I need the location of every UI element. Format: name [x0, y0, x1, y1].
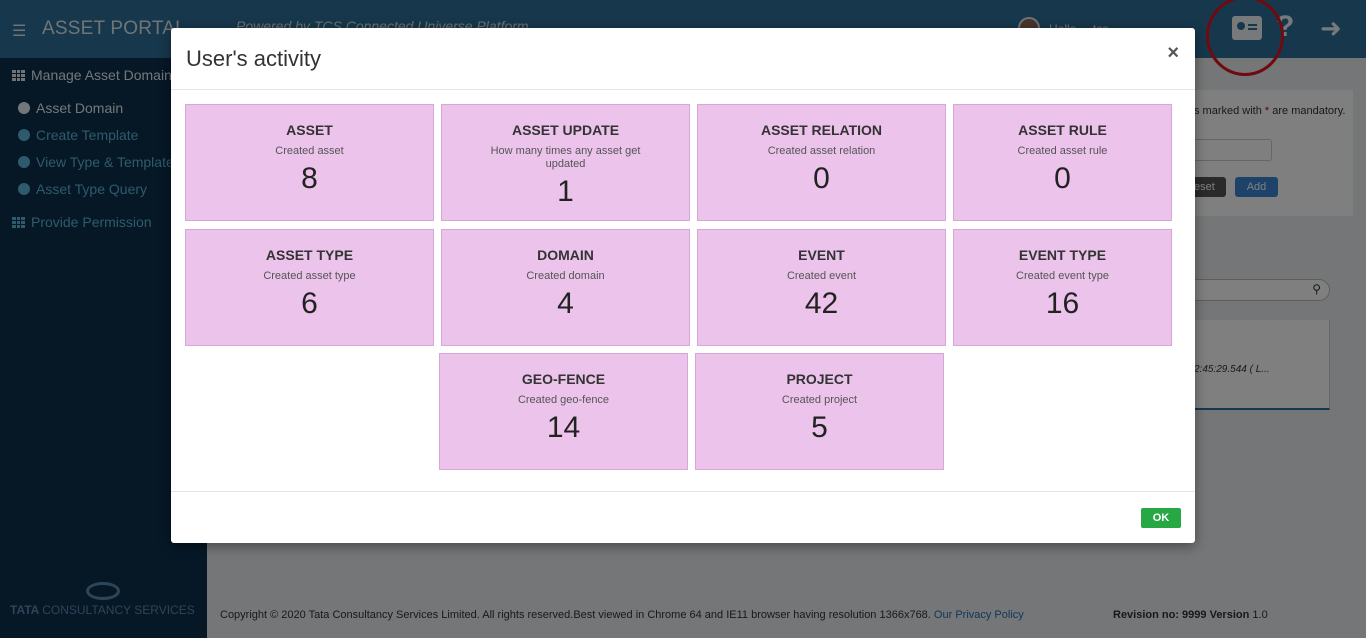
- modal-footer: OK: [171, 491, 1195, 543]
- modal-body: ASSET Created asset 8 ASSET UPDATE How m…: [171, 90, 1195, 491]
- tile-count: 4: [557, 287, 574, 320]
- activity-tile-project: PROJECT Created project 5: [695, 353, 944, 470]
- users-activity-modal: User's activity × ASSET Created asset 8 …: [171, 28, 1195, 543]
- close-icon[interactable]: ×: [1167, 42, 1179, 65]
- activity-tile-asset-type: ASSET TYPE Created asset type 6: [185, 229, 434, 346]
- tile-title: EVENT TYPE: [1018, 247, 1107, 263]
- tile-subtitle: Created asset: [275, 145, 344, 157]
- tile-subtitle: Created project: [781, 394, 858, 406]
- tile-title: ASSET RELATION: [760, 122, 883, 138]
- tile-subtitle: Created asset type: [263, 270, 356, 282]
- tile-count: 5: [811, 411, 828, 444]
- modal-header: User's activity ×: [171, 28, 1195, 90]
- activity-tile-asset-rule: ASSET RULE Created asset rule 0: [953, 104, 1172, 221]
- tile-subtitle: Created asset rule: [1017, 145, 1108, 157]
- tile-title: GEO-FENCE: [521, 371, 606, 387]
- tile-title: PROJECT: [786, 371, 853, 387]
- tile-subtitle: How many times any asset get updated: [490, 145, 641, 170]
- tile-count: 8: [301, 162, 318, 195]
- activity-tile-event: EVENT Created event 42: [697, 229, 946, 346]
- tile-title: EVENT: [798, 247, 845, 263]
- tile-subtitle: Created geo-fence: [517, 394, 610, 406]
- tile-title: ASSET UPDATE: [511, 122, 620, 138]
- activity-tile-geo-fence: GEO-FENCE Created geo-fence 14: [439, 353, 688, 470]
- tile-count: 0: [813, 162, 830, 195]
- activity-tile-event-type: EVENT TYPE Created event type 16: [953, 229, 1172, 346]
- modal-title: User's activity: [186, 46, 321, 71]
- activity-tile-domain: DOMAIN Created domain 4: [441, 229, 690, 346]
- tile-title: ASSET TYPE: [265, 247, 354, 263]
- tile-subtitle: Created asset relation: [767, 145, 876, 157]
- tile-subtitle: Created event: [786, 270, 857, 282]
- tile-subtitle: Created event type: [1016, 270, 1109, 282]
- tile-count: 0: [1054, 162, 1071, 195]
- activity-tile-asset-update: ASSET UPDATE How many times any asset ge…: [441, 104, 690, 221]
- tile-count: 1: [557, 175, 574, 208]
- tile-subtitle: Created domain: [526, 270, 605, 282]
- activity-tile-asset: ASSET Created asset 8: [185, 104, 434, 221]
- tile-count: 6: [301, 287, 318, 320]
- activity-tile-asset-relation: ASSET RELATION Created asset relation 0: [697, 104, 946, 221]
- tile-count: 42: [804, 287, 839, 320]
- tile-count: 16: [1045, 287, 1080, 320]
- tile-title: ASSET: [286, 122, 333, 138]
- ok-button[interactable]: OK: [1141, 508, 1181, 528]
- tile-title: DOMAIN: [537, 247, 594, 263]
- tile-title: ASSET RULE: [1018, 122, 1107, 138]
- tile-count: 14: [546, 411, 581, 444]
